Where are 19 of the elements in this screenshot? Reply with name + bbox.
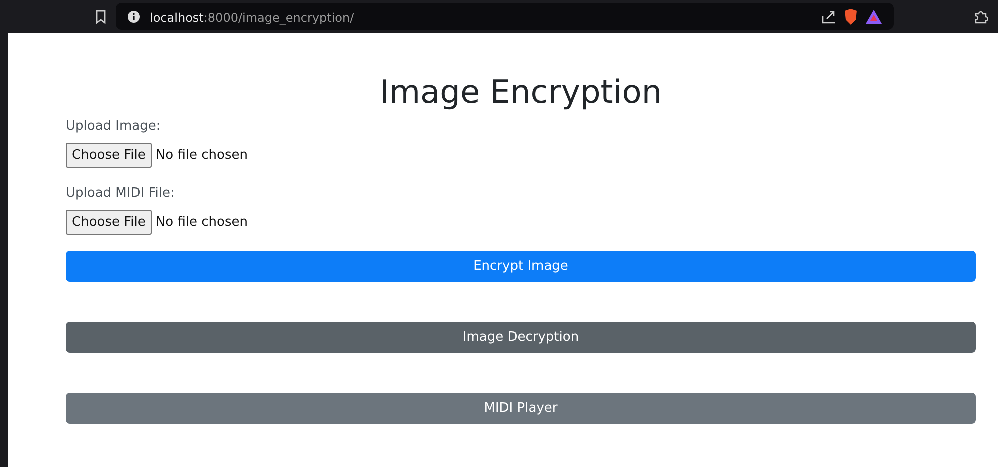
info-icon[interactable] [128,10,140,22]
action-button[interactable]: Image Decryption [66,322,976,354]
page-title: Image Encryption [378,73,664,112]
action-button[interactable]: MIDI Player [66,393,976,424]
address-path: :8000/image_encryption/ [204,10,354,24]
field-label: Upload MIDI File: [66,185,176,204]
address-host: localhost [150,10,204,24]
shield-icon[interactable] [844,8,858,24]
bookmark-icon[interactable] [96,10,106,24]
choose-file-button[interactable]: Choose File [66,210,152,236]
share-icon[interactable] [822,10,836,24]
choose-file-button[interactable]: Choose File [66,142,152,168]
file-status: No file chosen [156,214,248,232]
triangle-icon[interactable] [866,10,882,24]
field-label: Upload Image: [66,118,162,136]
action-button[interactable]: Encrypt Image [66,251,976,282]
file-status: No file chosen [156,146,248,165]
address-bar[interactable]: localhost:8000/image_encryption/ [116,3,894,30]
puzzle-icon[interactable] [974,10,988,24]
